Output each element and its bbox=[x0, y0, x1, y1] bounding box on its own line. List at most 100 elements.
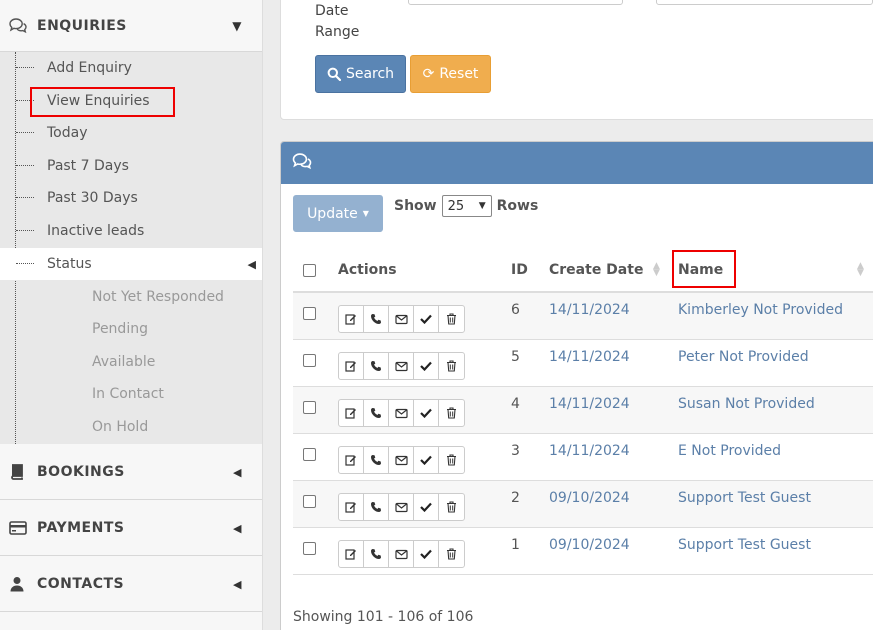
rows-per-page-select[interactable]: 25 ▼ bbox=[441, 195, 492, 217]
cell-create-date[interactable]: 09/10/2024 bbox=[549, 490, 630, 506]
row-checkbox[interactable] bbox=[303, 354, 316, 367]
phone-icon[interactable] bbox=[364, 306, 389, 332]
table-row: 6 14/11/2024 Kimberley Not Provided bbox=[293, 293, 873, 340]
envelope-icon[interactable] bbox=[389, 494, 414, 520]
row-checkbox[interactable] bbox=[303, 307, 316, 320]
contacts-section-header[interactable]: CONTACTS ◀ bbox=[0, 556, 262, 612]
bookings-section-header[interactable]: BOOKINGS ◀ bbox=[0, 444, 262, 500]
reset-button-label: Reset bbox=[439, 66, 479, 82]
phone-icon[interactable] bbox=[364, 494, 389, 520]
sidebar-item-past-30-days[interactable]: Past 30 Days bbox=[0, 182, 262, 214]
phone-icon[interactable] bbox=[364, 353, 389, 379]
payments-section-header[interactable]: PAYMENTS ◀ bbox=[0, 500, 262, 556]
status-item-pending[interactable]: Pending bbox=[0, 313, 262, 345]
contacts-title: CONTACTS bbox=[37, 575, 125, 592]
status-item-in-contact[interactable]: In Contact bbox=[0, 378, 262, 410]
comments-icon bbox=[292, 152, 312, 174]
tree-connector bbox=[16, 165, 34, 166]
trash-icon[interactable] bbox=[439, 400, 464, 426]
trash-icon[interactable] bbox=[439, 447, 464, 473]
select-all-checkbox[interactable] bbox=[303, 247, 316, 293]
cell-name[interactable]: Peter Not Provided bbox=[678, 349, 809, 365]
cell-create-date[interactable]: 14/11/2024 bbox=[549, 349, 630, 365]
edit-icon[interactable] bbox=[339, 494, 364, 520]
envelope-icon[interactable] bbox=[389, 541, 414, 567]
tree-connector bbox=[16, 263, 34, 264]
sidebar-item-past-7-days[interactable]: Past 7 Days bbox=[0, 150, 262, 182]
cell-id: 4 bbox=[511, 396, 520, 412]
search-button[interactable]: Search bbox=[315, 55, 406, 93]
sidebar-item-label: Add Enquiry bbox=[47, 60, 132, 76]
status-item-label: In Contact bbox=[92, 386, 164, 402]
phone-icon[interactable] bbox=[364, 541, 389, 567]
search-button-label: Search bbox=[345, 66, 395, 82]
sidebar-item-status[interactable]: Status ◀ bbox=[0, 248, 262, 280]
check-icon[interactable] bbox=[414, 447, 439, 473]
cell-name[interactable]: Support Test Guest bbox=[678, 537, 811, 553]
chevron-down-icon: ▼ bbox=[478, 201, 486, 211]
row-checkbox[interactable] bbox=[303, 495, 316, 508]
row-checkbox[interactable] bbox=[303, 448, 316, 461]
header-create-date-label: Create Date bbox=[549, 262, 644, 278]
edit-icon[interactable] bbox=[339, 400, 364, 426]
table-row: 4 14/11/2024 Susan Not Provided bbox=[293, 387, 873, 434]
edit-icon[interactable] bbox=[339, 353, 364, 379]
check-icon[interactable] bbox=[414, 353, 439, 379]
cell-create-date[interactable]: 14/11/2024 bbox=[549, 396, 630, 412]
check-icon[interactable] bbox=[414, 494, 439, 520]
enquiries-section-header[interactable]: ENQUIRIES ▼ bbox=[0, 0, 262, 52]
envelope-icon[interactable] bbox=[389, 447, 414, 473]
sidebar-item-label: Inactive leads bbox=[47, 223, 145, 239]
cell-name[interactable]: Support Test Guest bbox=[678, 490, 811, 506]
sidebar-item-today[interactable]: Today bbox=[0, 117, 262, 149]
checkbox-box bbox=[303, 263, 316, 277]
status-item-label: Available bbox=[92, 354, 156, 370]
check-icon[interactable] bbox=[414, 541, 439, 567]
caret-down-icon: ▼ bbox=[362, 209, 369, 218]
rows-select-value: 25 bbox=[447, 198, 465, 214]
edit-icon[interactable] bbox=[339, 447, 364, 473]
date-from-input[interactable] bbox=[408, 0, 623, 5]
edit-icon[interactable] bbox=[339, 306, 364, 332]
phone-icon[interactable] bbox=[364, 400, 389, 426]
reset-button[interactable]: ⟳ Reset bbox=[410, 55, 491, 93]
sort-icon[interactable]: ▲ ▼ bbox=[857, 262, 864, 278]
check-icon[interactable] bbox=[414, 400, 439, 426]
envelope-icon[interactable] bbox=[389, 306, 414, 332]
trash-icon[interactable] bbox=[439, 494, 464, 520]
update-dropdown-button[interactable]: Update ▼ bbox=[293, 195, 383, 232]
date-to-input[interactable] bbox=[656, 0, 873, 5]
caret-left-icon: ◀ bbox=[233, 522, 242, 535]
header-create-date[interactable]: Create Date bbox=[549, 247, 643, 293]
row-checkbox[interactable] bbox=[303, 542, 316, 555]
cell-create-date[interactable]: 14/11/2024 bbox=[549, 302, 630, 318]
trash-icon[interactable] bbox=[439, 541, 464, 567]
check-icon[interactable] bbox=[414, 306, 439, 332]
cell-id: 3 bbox=[511, 443, 520, 459]
tree-connector bbox=[16, 67, 34, 68]
phone-icon[interactable] bbox=[364, 447, 389, 473]
status-item-not-yet-responded[interactable]: Not Yet Responded bbox=[0, 281, 262, 313]
sort-icon[interactable]: ▲ ▼ bbox=[653, 262, 660, 278]
status-item-available[interactable]: Available bbox=[0, 346, 262, 378]
sidebar-item-inactive-leads[interactable]: Inactive leads bbox=[0, 215, 262, 247]
sidebar-item-add-enquiry[interactable]: Add Enquiry bbox=[0, 52, 262, 84]
trash-icon[interactable] bbox=[439, 306, 464, 332]
next-section-header[interactable] bbox=[0, 612, 262, 630]
refresh-icon: ⟳ bbox=[422, 66, 435, 82]
envelope-icon[interactable] bbox=[389, 353, 414, 379]
status-item-on-hold[interactable]: On Hold bbox=[0, 411, 262, 443]
envelope-icon[interactable] bbox=[389, 400, 414, 426]
trash-icon[interactable] bbox=[439, 353, 464, 379]
cell-create-date[interactable]: 09/10/2024 bbox=[549, 537, 630, 553]
main-content: Date Range Search ⟳ Reset Update ▼ Show … bbox=[263, 0, 873, 630]
row-checkbox[interactable] bbox=[303, 401, 316, 414]
cell-name[interactable]: Kimberley Not Provided bbox=[678, 302, 843, 318]
cell-name[interactable]: Susan Not Provided bbox=[678, 396, 815, 412]
cell-name[interactable]: E Not Provided bbox=[678, 443, 781, 459]
sidebar-item-label: Past 30 Days bbox=[47, 190, 138, 206]
enquiries-panel: Update ▼ Show 25 ▼ Rows Actions ID Creat… bbox=[280, 141, 873, 630]
edit-icon[interactable] bbox=[339, 541, 364, 567]
enquiries-title: ENQUIRIES bbox=[37, 17, 127, 34]
cell-create-date[interactable]: 14/11/2024 bbox=[549, 443, 630, 459]
